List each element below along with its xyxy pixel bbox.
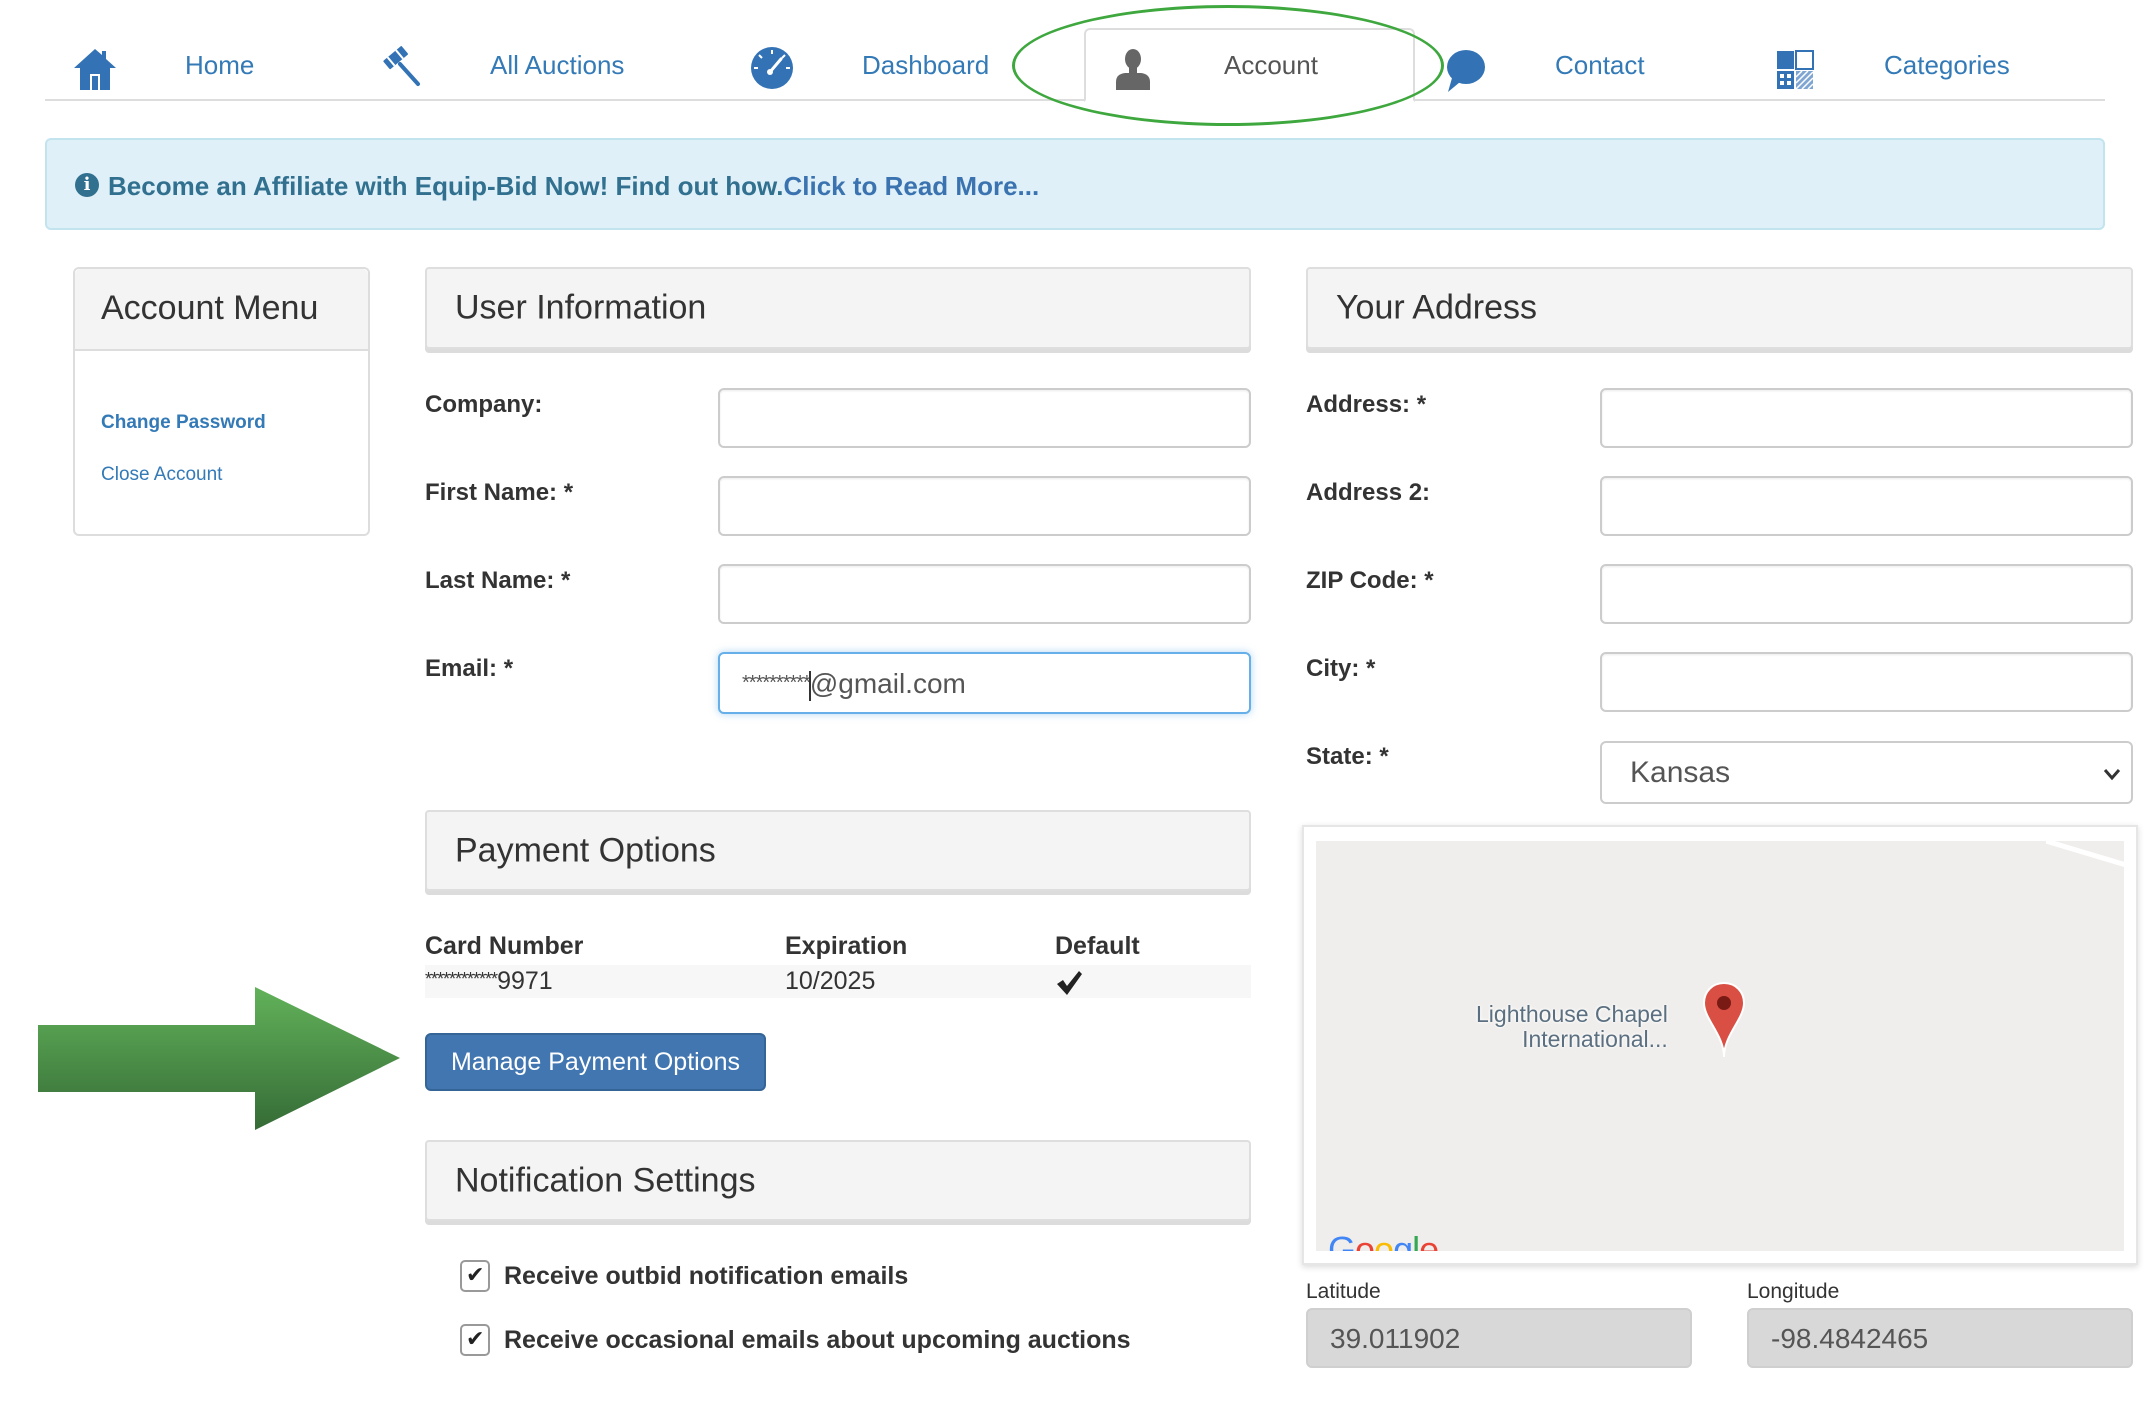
first-name-label: First Name: * [425,479,574,506]
latitude-label: Latitude [1306,1280,1381,1303]
nav-dashboard[interactable]: Dashboard [862,50,989,80]
longitude-label: Longitude [1747,1280,1840,1303]
alert-message: Become an Affiliate with Equip-Bid Now! … [108,170,1039,202]
payment-options-header: Payment Options [425,810,1251,891]
zip-code-input[interactable] [1600,564,2133,624]
last-name-input[interactable] [718,564,1251,624]
info-icon: i [75,173,99,197]
google-logo: Google [1328,1229,1439,1251]
nav-contact[interactable]: Contact [1555,50,1645,80]
chevron-down-icon [2103,769,2121,781]
map-place-line1: Lighthouse Chapel [1476,1001,1668,1027]
map-place-label: Lighthouse Chapel International... [1476,1002,1668,1052]
col-card-number: Card Number [425,932,584,960]
affiliate-alert: i Become an Affiliate with Equip-Bid Now… [45,138,2105,230]
change-password-link[interactable]: Change Password [101,412,266,434]
col-expiration: Expiration [785,932,908,960]
card-mask: ************ [425,969,498,989]
address2-label: Address 2: [1306,479,1431,506]
longitude-field[interactable]: -98.4842465 [1747,1308,2133,1368]
manage-payment-options-button[interactable]: Manage Payment Options [425,1033,766,1091]
outbid-notification-option[interactable]: ✔ Receive outbid notification emails [460,1260,908,1292]
outbid-label: Receive outbid notification emails [504,1261,909,1290]
first-name-input[interactable] [718,476,1251,536]
account-menu-header: Account Menu [75,269,368,351]
card-last4: 9971 [497,967,553,995]
chat-bubble-icon[interactable] [1442,48,1486,94]
nav-underline [45,99,1084,101]
address2-input[interactable] [1600,476,2133,536]
upcoming-auctions-label: Receive occasional emails about upcoming… [504,1325,1131,1354]
address-label: Address: * [1306,391,1427,418]
alert-text: Become an Affiliate with Equip-Bid Now! … [108,171,784,201]
upcoming-auctions-option[interactable]: ✔ Receive occasional emails about upcomi… [460,1324,1131,1356]
user-icon[interactable] [1113,48,1153,90]
categories-grid-icon[interactable] [1776,50,1814,90]
email-value: **********@gmail.com [742,668,966,701]
email-domain: @gmail.com [809,668,966,699]
city-label: City: * [1306,655,1376,682]
col-default: Default [1055,932,1140,960]
email-label: Email: * [425,655,514,682]
state-select[interactable]: Kansas [1600,741,2133,804]
notification-settings-header: Notification Settings [425,1140,1251,1221]
address-input[interactable] [1600,388,2133,448]
email-masked-part: ********** [742,672,811,694]
map-place-line2: International... [1522,1026,1668,1052]
email-input[interactable]: **********@gmail.com [718,652,1251,714]
default-check-icon [1057,971,1082,995]
map-widget[interactable]: Lighthouse Chapel International... Googl… [1302,825,2138,1265]
expiration-cell: 10/2025 [785,967,876,995]
arrow-annotation [38,987,400,1130]
state-label: State: * [1306,743,1389,770]
gavel-icon[interactable] [380,44,424,88]
checkmark-icon: ✔ [466,1327,485,1352]
map-road [2046,841,2124,868]
zip-code-label: ZIP Code: * [1306,567,1434,594]
company-input[interactable] [718,388,1251,448]
user-information-title: User Information [455,288,707,327]
payment-options-title: Payment Options [455,831,716,869]
read-more-link[interactable]: Click to Read More... [783,171,1039,201]
checkmark-icon: ✔ [466,1263,485,1288]
nav-account[interactable]: Account [1224,50,1318,80]
upcoming-auctions-checkbox[interactable]: ✔ [460,1324,490,1356]
map-canvas[interactable]: Lighthouse Chapel International... Googl… [1316,841,2124,1251]
close-account-link[interactable]: Close Account [101,464,222,486]
home-icon[interactable] [72,46,118,92]
card-number-cell: ************9971 [425,967,553,996]
company-label: Company: [425,391,543,418]
nav-home[interactable]: Home [185,50,254,80]
user-information-header: User Information [425,267,1251,349]
map-pin-icon[interactable] [1700,981,1748,1059]
outbid-checkbox[interactable]: ✔ [460,1260,490,1292]
dashboard-gauge-icon[interactable] [750,46,794,90]
account-menu-panel: Account Menu Change Password Close Accou… [73,267,370,536]
last-name-label: Last Name: * [425,567,571,594]
your-address-title: Your Address [1336,288,1537,327]
notification-settings-title: Notification Settings [455,1161,756,1199]
your-address-header: Your Address [1306,267,2133,349]
nav-underline [1414,99,2105,101]
nav-all-auctions[interactable]: All Auctions [490,50,624,80]
latitude-field[interactable]: 39.011902 [1306,1308,1692,1368]
account-menu-title: Account Menu [101,289,319,327]
city-input[interactable] [1600,652,2133,712]
nav-categories[interactable]: Categories [1884,50,2010,80]
state-selected-value: Kansas [1630,756,1731,789]
